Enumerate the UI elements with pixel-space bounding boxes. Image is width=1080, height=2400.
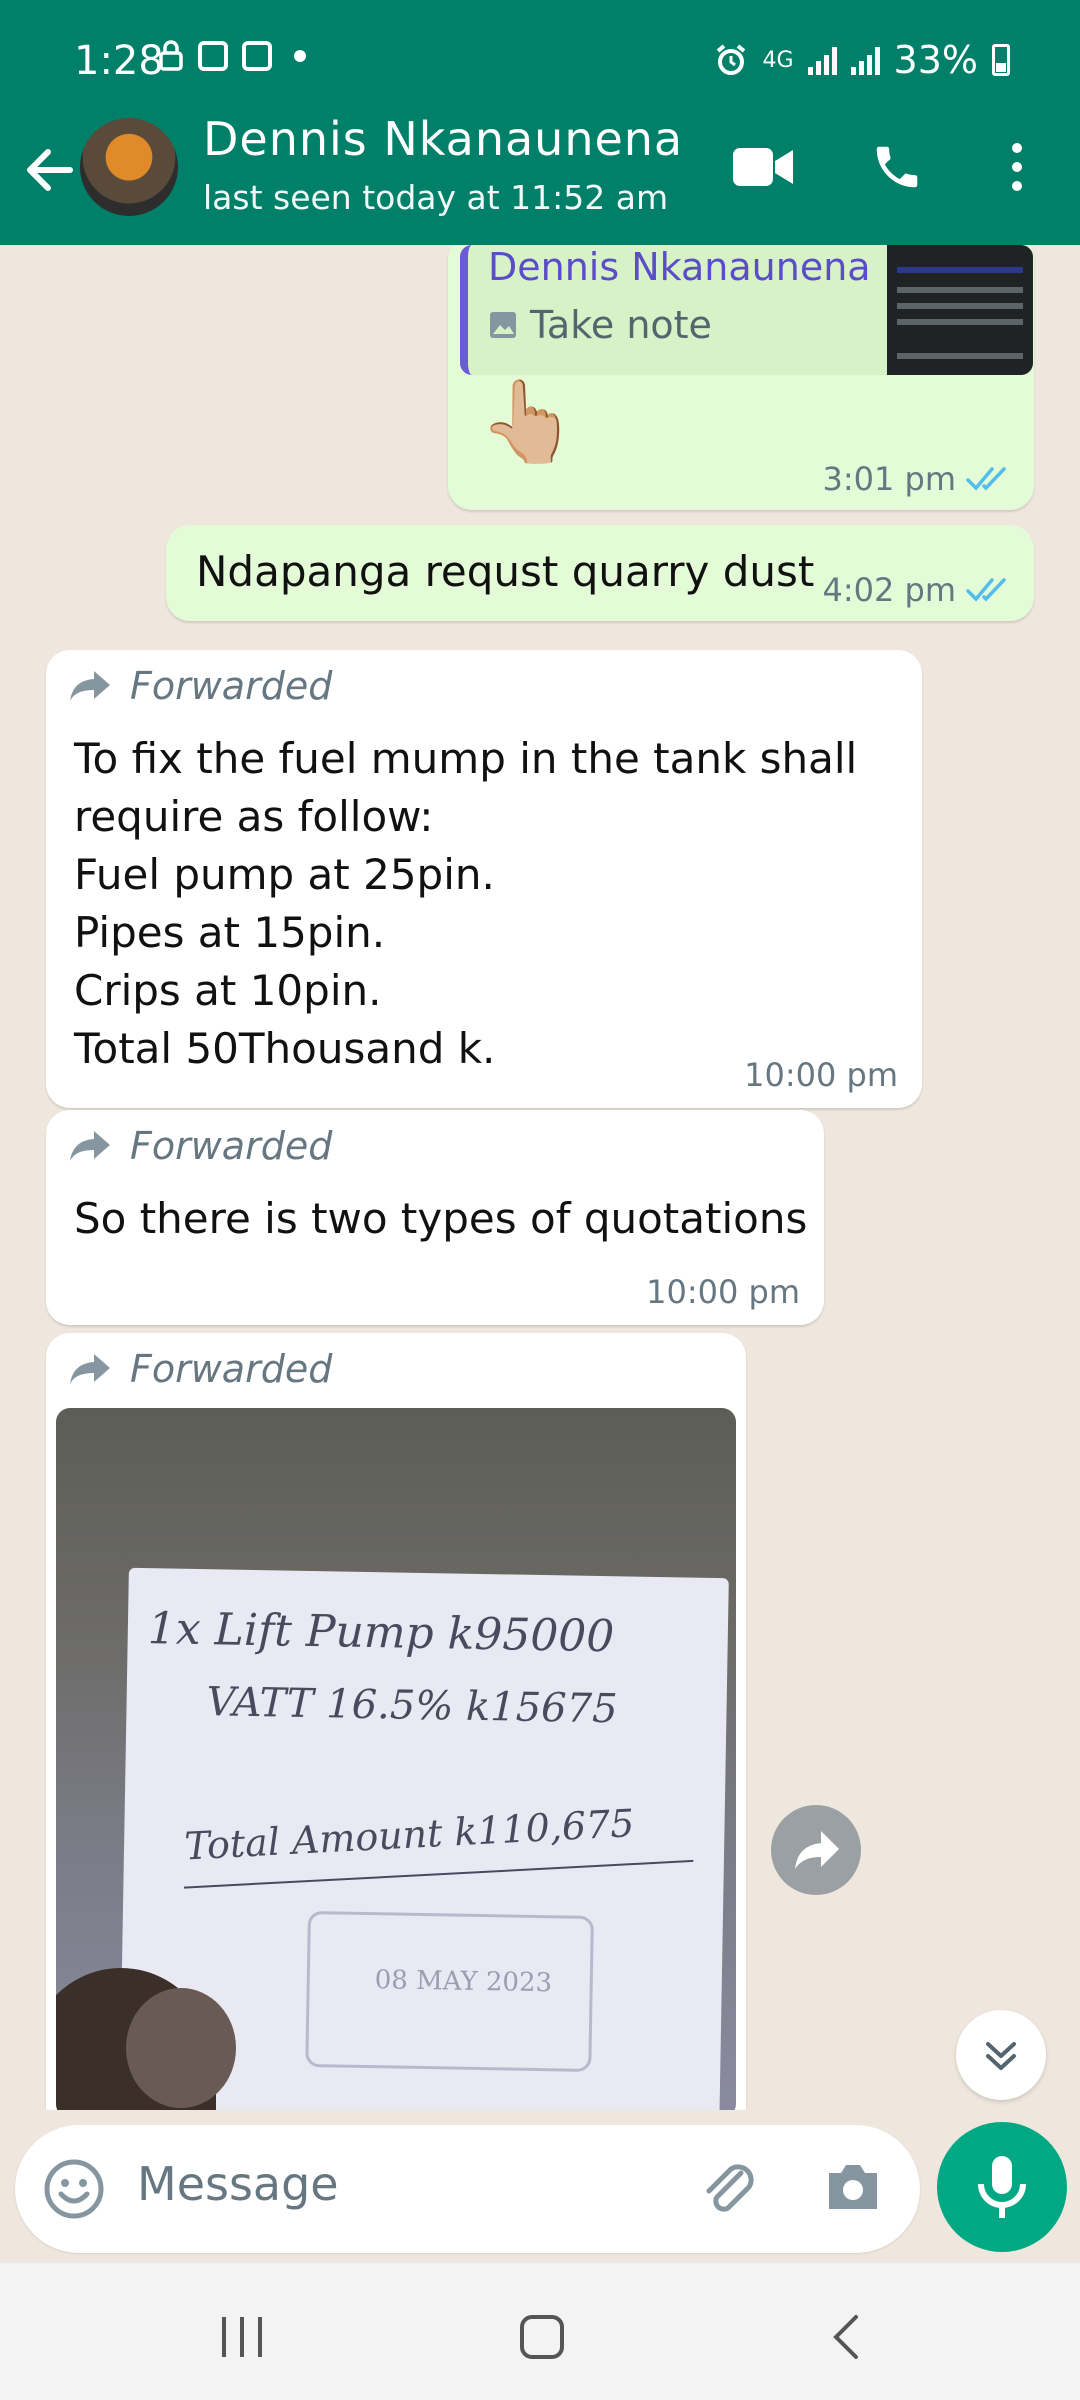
message-text: To fix the fuel mump in the tank shall r… <box>74 734 858 1073</box>
signal-icon <box>807 45 837 75</box>
message-time: 4:02 pm <box>822 571 956 609</box>
message-meta: 10:00 pm <box>744 1056 898 1094</box>
signal-icon-2 <box>850 45 880 75</box>
message-bubble-incoming[interactable]: Forwarded To fix the fuel mump in the ta… <box>46 650 922 1108</box>
forwarded-label-row: Forwarded <box>68 1124 332 1168</box>
status-system-icons: 4G 33% <box>714 38 1010 82</box>
voice-call-icon[interactable] <box>870 140 924 194</box>
last-seen: last seen today at 11:52 am <box>203 178 669 217</box>
message-input[interactable]: Message <box>137 2157 339 2211</box>
note-line: 1x Lift Pump k95000 <box>147 1603 615 1663</box>
status-notification-icons <box>158 40 306 72</box>
forward-icon <box>70 671 110 701</box>
alarm-icon <box>717 44 746 75</box>
status-bar: 1:28 4G 33% <box>0 0 1080 120</box>
attach-icon[interactable] <box>697 2155 761 2219</box>
forward-icon <box>795 1831 839 1869</box>
recent-apps-icon[interactable] <box>218 2315 268 2359</box>
message-input-bar[interactable]: Message <box>15 2125 920 2253</box>
home-icon[interactable] <box>518 2313 566 2361</box>
note-line: Total Amount k110,675 <box>183 1800 636 1869</box>
camera-icon[interactable] <box>823 2159 883 2215</box>
forward-media-button[interactable] <box>771 1805 861 1895</box>
read-ticks-icon <box>966 467 1006 491</box>
more-notifications-dot <box>294 50 306 62</box>
thumb <box>126 1988 236 2108</box>
quoted-text-row: Take note <box>488 303 712 347</box>
message-time: 10:00 pm <box>744 1056 898 1094</box>
message-time: 3:01 pm <box>822 460 956 498</box>
quoted-thumbnail <box>887 245 1033 375</box>
message-text: Ndapanga requst quarry dust <box>196 547 815 596</box>
app-header: 1:28 4G 33% Dennis Nkanaunena last seen … <box>0 0 1080 245</box>
quoted-sender: Dennis Nkanaunena <box>488 245 871 289</box>
lock-icon <box>159 40 183 71</box>
quoted-text: Take note <box>530 303 712 347</box>
stamp-date: 08 MAY 2023 <box>374 1965 553 1999</box>
system-navigation-bar <box>0 2263 1080 2400</box>
stamp: 08 MAY 2023 <box>305 1910 594 2072</box>
image-icon <box>490 312 516 338</box>
message-meta: 4:02 pm <box>822 571 1012 609</box>
message-time: 10:00 pm <box>646 1273 800 1311</box>
emoji: 👆🏼 <box>478 375 578 468</box>
message-bubble-outgoing[interactable]: Ndapanga requst quarry dust 4:02 pm <box>166 525 1034 621</box>
back-arrow-icon[interactable] <box>20 140 80 200</box>
chat-area[interactable]: Dennis Nkanaunena Take note 👆🏼 3:01 pm N… <box>0 245 1080 2110</box>
forwarded-label: Forwarded <box>130 1347 333 1391</box>
read-ticks-icon <box>966 578 1006 602</box>
emoji-icon[interactable] <box>43 2158 105 2220</box>
forwarded-label: Forwarded <box>130 664 333 708</box>
message-bubble-incoming[interactable]: Forwarded 1x Lift Pump k95000 VATT 16.5%… <box>46 1333 746 2110</box>
message-bubble-outgoing[interactable]: Dennis Nkanaunena Take note 👆🏼 3:01 pm <box>448 245 1034 510</box>
note-line: VATT 16.5% k15675 <box>206 1679 618 1733</box>
avatar[interactable] <box>80 118 178 216</box>
voice-record-button[interactable] <box>937 2122 1067 2252</box>
back-nav-icon[interactable] <box>828 2313 864 2361</box>
gallery-icon <box>242 41 272 71</box>
quoted-message[interactable]: Dennis Nkanaunena Take note <box>460 245 1033 375</box>
network-type: 4G <box>762 47 794 73</box>
message-bubble-incoming[interactable]: Forwarded So there is two types of quota… <box>46 1110 824 1325</box>
message-meta: 10:00 pm <box>646 1273 800 1311</box>
clock-app-icon <box>198 41 228 71</box>
forwarded-label-row: Forwarded <box>68 1347 332 1391</box>
message-text: So there is two types of quotations <box>74 1194 808 1243</box>
battery-icon <box>992 44 1010 76</box>
forward-icon <box>70 1354 110 1384</box>
video-call-icon[interactable] <box>733 146 795 188</box>
message-meta: 3:01 pm <box>822 460 1012 498</box>
contact-name[interactable]: Dennis Nkanaunena <box>203 112 683 166</box>
scroll-to-bottom-button[interactable] <box>956 2010 1046 2100</box>
battery-percent: 33% <box>893 38 978 82</box>
chat-header: Dennis Nkanaunena last seen today at 11:… <box>0 110 1080 245</box>
forward-icon <box>70 1131 110 1161</box>
more-options-icon[interactable] <box>1007 140 1027 194</box>
forwarded-label: Forwarded <box>130 1124 333 1168</box>
status-time: 1:28 <box>74 38 164 84</box>
forwarded-label-row: Forwarded <box>68 664 332 708</box>
double-chevron-down-icon <box>986 2042 1016 2070</box>
microphone-icon <box>978 2156 1026 2218</box>
photo-attachment[interactable]: 1x Lift Pump k95000 VATT 16.5% k15675 To… <box>56 1408 736 2110</box>
